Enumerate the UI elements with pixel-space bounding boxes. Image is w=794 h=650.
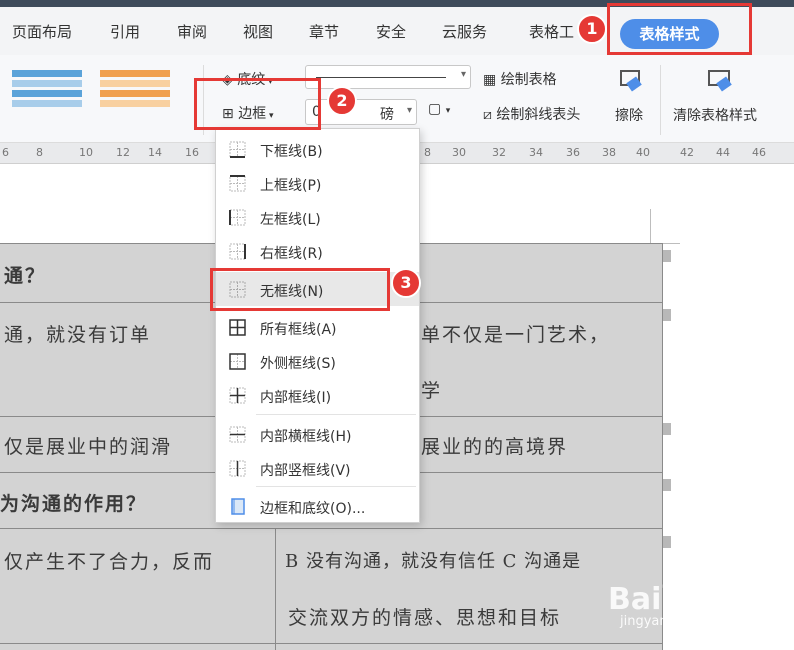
clear-table-style-button[interactable]: 清除表格样式 — [673, 105, 757, 125]
draw-diagonal-header-button[interactable]: ⧄ 绘制斜线表头 — [483, 104, 580, 124]
annotation-badge-2: 2 — [327, 86, 357, 116]
row-resize-handle[interactable] — [663, 309, 671, 321]
table-cell[interactable]: 通，就没有订单 — [4, 320, 151, 347]
line-width-input[interactable]: 0 磅 ▾ — [305, 99, 417, 125]
ruler-tick-label: 6 — [2, 146, 9, 159]
ruler-tick-label: 32 — [492, 146, 506, 159]
eraser-icon — [616, 67, 646, 95]
row-resize-handle[interactable] — [663, 423, 671, 435]
menu-item-inside-borders[interactable]: 内部框线(I) — [216, 378, 419, 412]
erase-button[interactable]: 擦除 — [615, 105, 643, 125]
table-cell[interactable]: 为沟通的作用？ — [0, 489, 147, 516]
borders-and-shading-icon — [231, 498, 245, 515]
tab-security[interactable]: 安全 — [376, 21, 406, 42]
table-cell[interactable]: 交流双方的情感、思想和目标 — [288, 603, 561, 630]
tab-table-tools[interactable]: 表格工 — [529, 21, 574, 42]
menu-item-bottom-border[interactable]: 下框线(B) — [216, 132, 419, 166]
table-cell[interactable]: 通？ — [4, 261, 46, 288]
page-margin-corner — [650, 209, 651, 244]
table-cell[interactable]: 学 — [421, 376, 442, 403]
menu-item-outside-borders[interactable]: 外侧框线(S) — [216, 344, 419, 378]
draw-table-button[interactable]: ▦ 绘制表格 — [483, 69, 557, 89]
row-resize-handle[interactable] — [663, 479, 671, 491]
ruler-tick-label: 12 — [116, 146, 130, 159]
ruler-tick-label: 8 — [36, 146, 43, 159]
annotation-badge-3: 3 — [391, 268, 421, 298]
border-dropdown-menu: 下框线(B) 上框线(P) 左框线(L) 右框线(R) 无框线(N) 所有框线(… — [215, 128, 420, 523]
tab-chapter[interactable]: 章节 — [309, 21, 339, 42]
bottom-border-icon — [229, 141, 246, 158]
table-cell[interactable]: 仅是展业中的润滑 — [4, 432, 172, 459]
ruler-tick-label: 42 — [680, 146, 694, 159]
left-border-icon — [229, 209, 246, 226]
table-cell[interactable]: B 没有沟通，就没有信任 C 沟通是 — [285, 547, 581, 573]
menu-separator — [256, 486, 416, 487]
top-border-icon — [229, 175, 246, 192]
draw-table-icon: ▦ — [483, 72, 501, 88]
baidu-watermark-url: jingyan.baidu.com — [620, 614, 740, 629]
ruler-tick-label: 38 — [602, 146, 616, 159]
annotation-box-no-border — [210, 268, 390, 311]
ruler-tick-label: 16 — [185, 146, 199, 159]
row-resize-handle[interactable] — [663, 536, 671, 548]
tab-cloud-services[interactable]: 云服务 — [442, 21, 487, 42]
inside-vertical-border-icon — [229, 460, 246, 477]
ruler-tick-label: 46 — [752, 146, 766, 159]
tab-review[interactable]: 审阅 — [177, 21, 207, 42]
menu-separator — [256, 414, 416, 415]
table-style-swatch-blue[interactable] — [8, 67, 86, 115]
right-border-icon — [229, 243, 246, 260]
annotation-box-border — [194, 78, 321, 130]
diagonal-header-icon: ⧄ — [483, 107, 497, 123]
clear-style-icon — [706, 67, 736, 95]
table-cell[interactable]: 单不仅是一门艺术， — [421, 320, 610, 347]
ruler-tick-label: 14 — [148, 146, 162, 159]
tab-page-layout[interactable]: 页面布局 — [12, 21, 72, 42]
ruler-tick-label: 30 — [452, 146, 466, 159]
menu-item-inside-horizontal-border[interactable]: 内部横框线(H) — [216, 417, 419, 451]
tab-references[interactable]: 引用 — [110, 21, 140, 42]
menu-item-top-border[interactable]: 上框线(P) — [216, 166, 419, 200]
annotation-badge-1: 1 — [577, 14, 607, 44]
all-borders-icon — [229, 319, 246, 336]
ruler-tick-label: 40 — [636, 146, 650, 159]
ruler-tick-label: 34 — [529, 146, 543, 159]
inside-horizontal-border-icon — [229, 426, 246, 443]
baidu-watermark-logo: Bai百经验 — [608, 582, 752, 617]
annotation-box-table-style — [607, 3, 752, 55]
inside-borders-icon — [229, 387, 246, 404]
menu-item-inside-vertical-border[interactable]: 内部竖框线(V) — [216, 451, 419, 485]
menu-item-borders-and-shading[interactable]: 边框和底纹(O)... — [216, 489, 419, 523]
table-cell[interactable]: 仅产生不了合力，反而 — [4, 547, 214, 574]
ribbon-separator — [660, 65, 661, 135]
ruler-tick-label: 36 — [566, 146, 580, 159]
menu-item-all-borders[interactable]: 所有框线(A) — [216, 310, 419, 344]
outside-borders-icon — [229, 353, 246, 370]
ruler-tick-label: 8 — [424, 146, 431, 159]
table-style-swatch-orange[interactable] — [96, 67, 174, 115]
table-cell[interactable]: 展业的的高境界 — [421, 432, 568, 459]
menu-item-right-border[interactable]: 右框线(R) — [216, 234, 419, 268]
line-color-button[interactable]: ▢ ▾ — [428, 101, 450, 117]
tab-view[interactable]: 视图 — [243, 21, 273, 42]
line-style-select[interactable]: ▾ — [305, 65, 471, 89]
menu-item-left-border[interactable]: 左框线(L) — [216, 200, 419, 234]
row-resize-handle[interactable] — [663, 250, 671, 262]
ruler-tick-label: 10 — [79, 146, 93, 159]
ruler-tick-label: 44 — [716, 146, 730, 159]
